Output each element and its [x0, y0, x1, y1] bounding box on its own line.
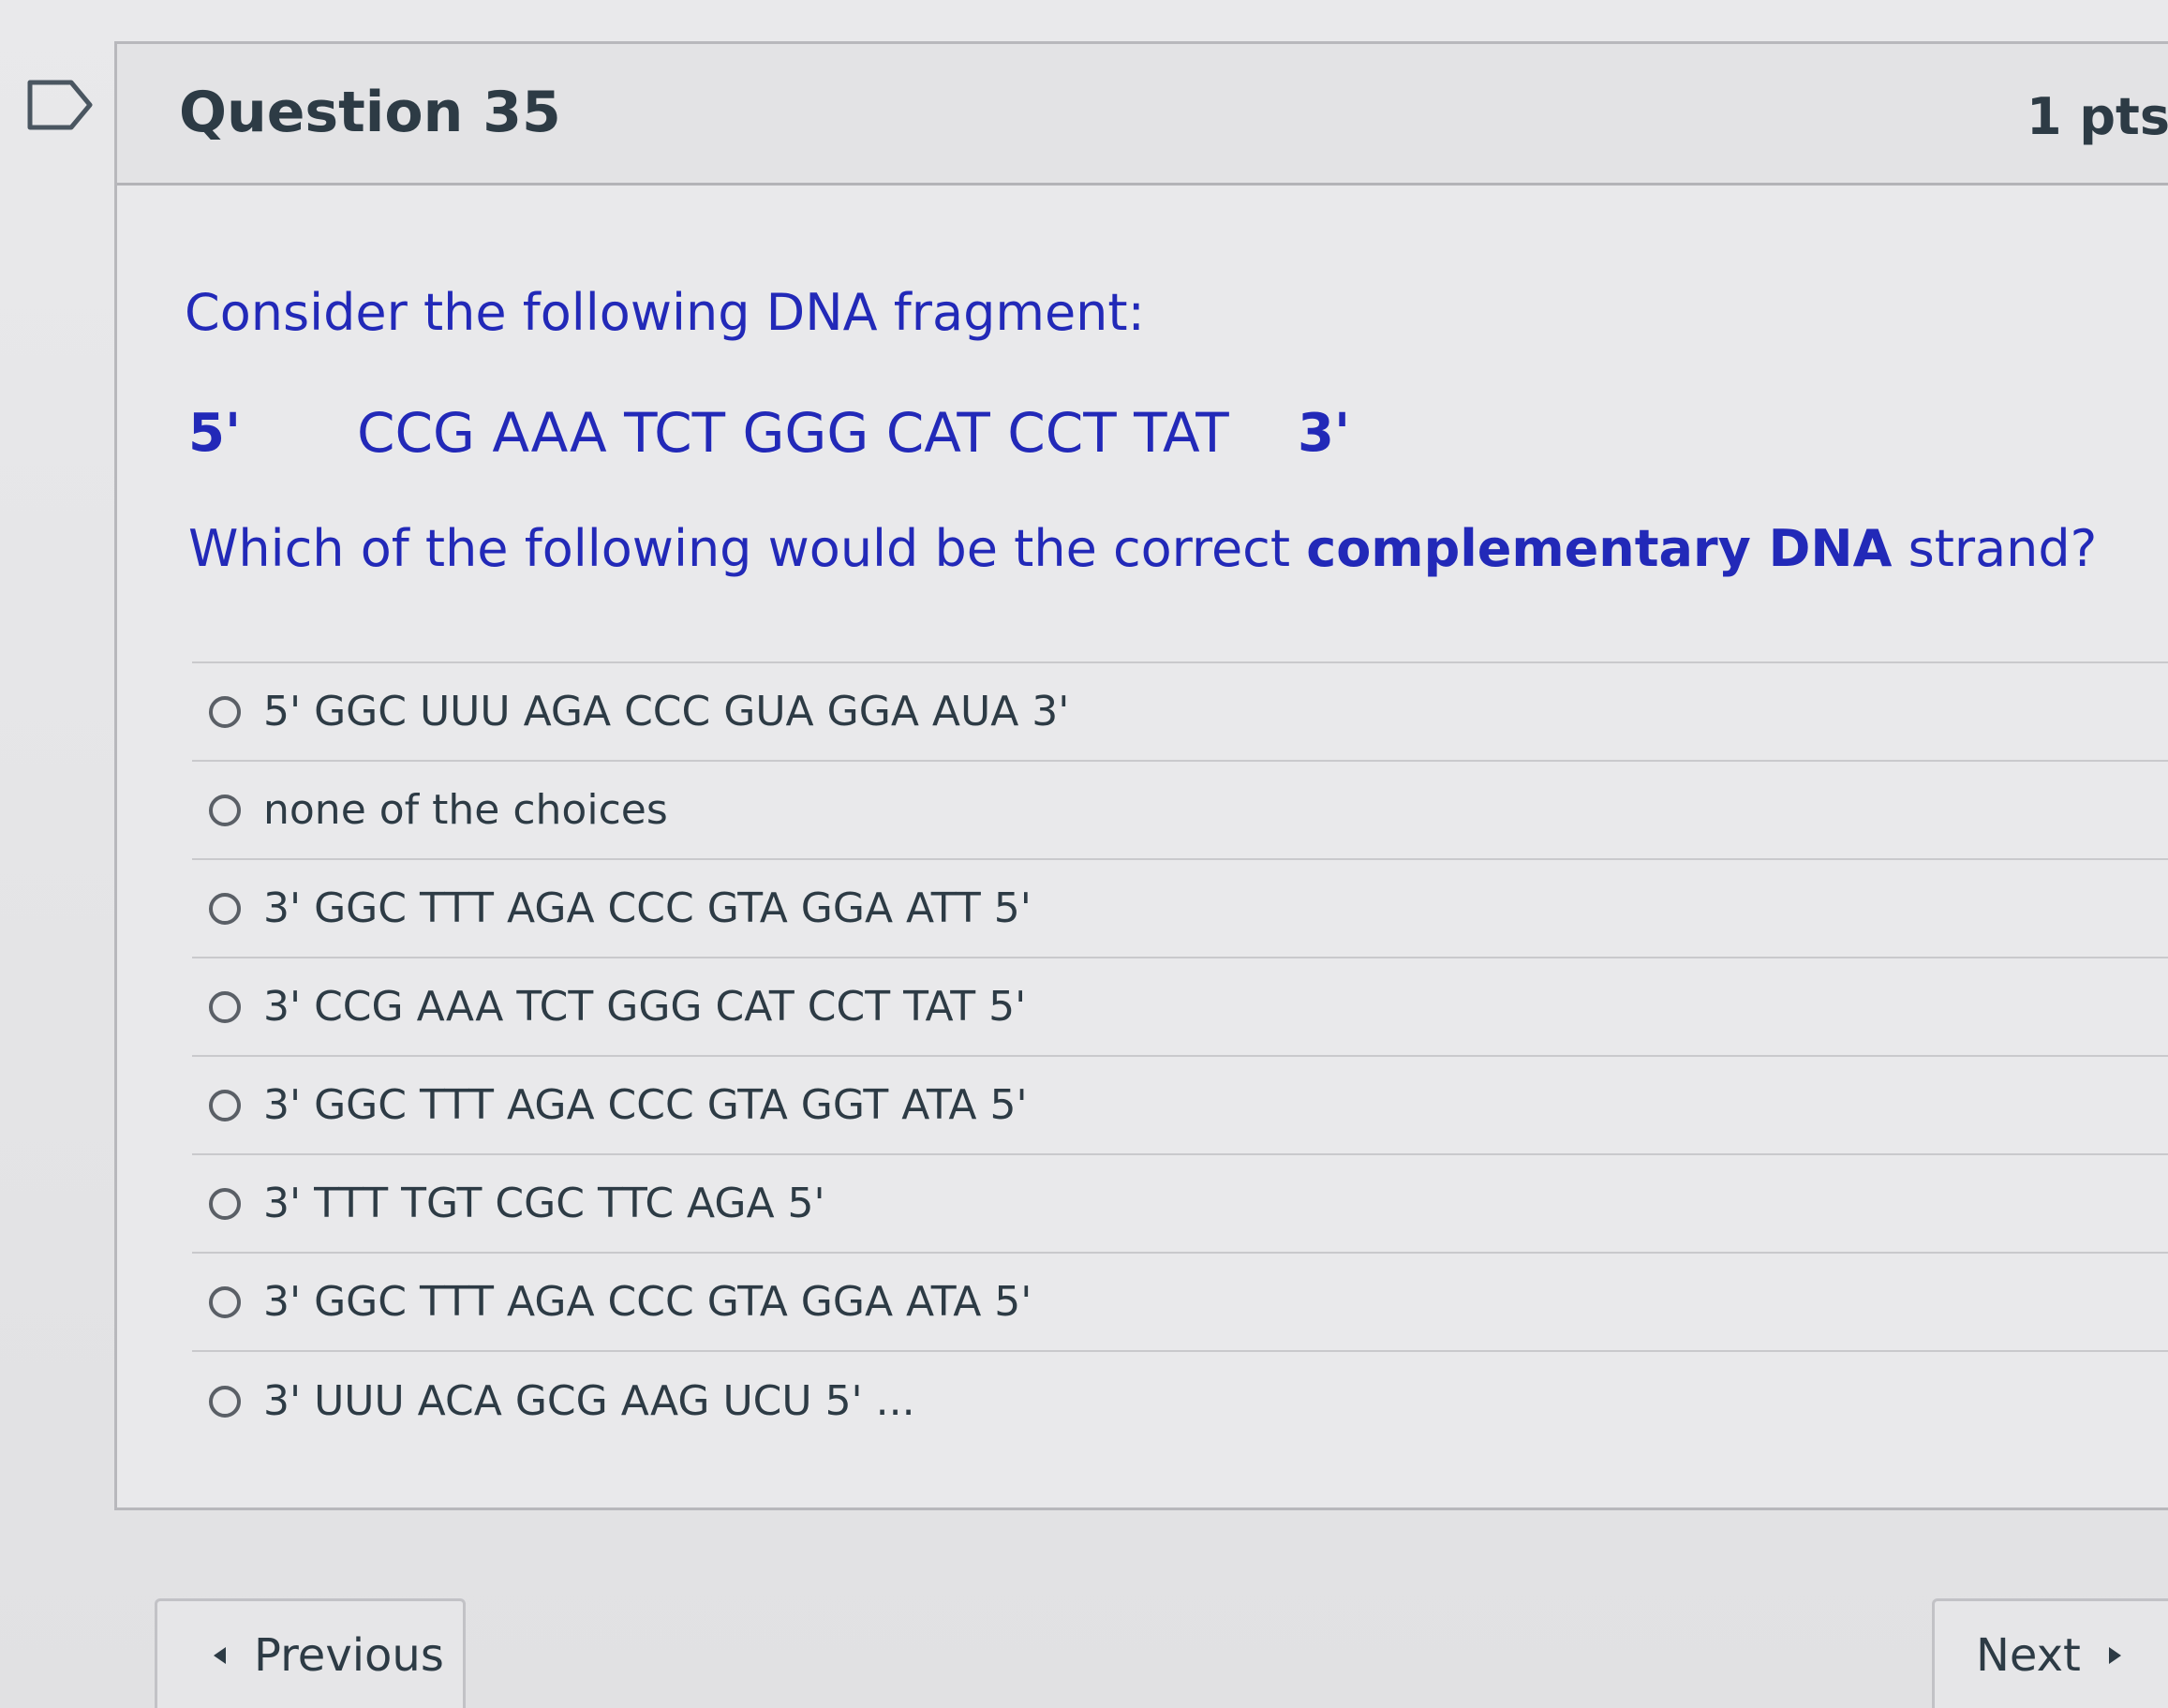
question-card: Question 35 1 pts Consider the following…	[114, 41, 2168, 1510]
answer-option[interactable]: 5' GGC UUU AGA CCC GUA GGA AUA 3'	[192, 663, 2168, 762]
answer-option[interactable]: 3' TTT TGT CGC TTC AGA 5'	[192, 1155, 2168, 1254]
caret-left-icon	[214, 1646, 226, 1664]
answer-option[interactable]: 3' GGC TTT AGA CCC GTA GGT ATA 5'	[192, 1057, 2168, 1155]
prompt-end: strand?	[1892, 519, 2098, 578]
answer-label: 5' GGC UUU AGA CCC GUA GGA AUA 3'	[263, 688, 1070, 735]
answer-option[interactable]: 3' GGC TTT AGA CCC GTA GGA ATT 5'	[192, 860, 2168, 958]
answer-option[interactable]: 3' UUU ACA GCG AAG UCU 5' ...	[192, 1352, 2168, 1450]
radio-button[interactable]	[209, 794, 241, 826]
next-button[interactable]: Next	[1932, 1598, 2168, 1708]
radio-button[interactable]	[209, 1089, 241, 1121]
caret-right-icon	[2108, 1646, 2121, 1664]
prompt-start: Which of the following would be the corr…	[188, 519, 1307, 578]
next-label: Next	[1976, 1628, 2081, 1682]
answer-list: 5' GGC UUU AGA CCC GUA GGA AUA 3' none o…	[192, 661, 2168, 1450]
fragment-sequence: CCG AAA TCT GGG CAT CCT TAT	[357, 401, 1229, 465]
question-body: Consider the following DNA fragment: 5' …	[117, 186, 2168, 1507]
answer-label: 3' GGC TTT AGA CCC GTA GGT ATA 5'	[263, 1081, 1028, 1129]
answer-label: none of the choices	[263, 786, 668, 834]
previous-button[interactable]: Previous	[155, 1598, 466, 1708]
answer-option[interactable]: none of the choices	[192, 762, 2168, 860]
radio-button[interactable]	[209, 1385, 241, 1418]
answer-label: 3' UUU ACA GCG AAG UCU 5' ...	[263, 1377, 915, 1425]
radio-button[interactable]	[209, 1285, 241, 1318]
answer-label: 3' TTT TGT CGC TTC AGA 5'	[263, 1180, 825, 1227]
answer-option[interactable]: 3' GGC TTT AGA CCC GTA GGA ATA 5'	[192, 1254, 2168, 1352]
radio-button[interactable]	[209, 1187, 241, 1220]
answer-option[interactable]: 3' CCG AAA TCT GGG CAT CCT TAT 5'	[192, 958, 2168, 1057]
fragment-five-prime: 5'	[188, 403, 242, 464]
previous-label: Previous	[254, 1628, 444, 1682]
radio-button[interactable]	[209, 990, 241, 1023]
question-header: Question 35 1 pts	[117, 44, 2168, 186]
question-prompt: Which of the following would be the corr…	[188, 519, 2097, 578]
answer-label: 3' CCG AAA TCT GGG CAT CCT TAT 5'	[263, 983, 1027, 1031]
answer-label: 3' GGC TTT AGA CCC GTA GGA ATT 5'	[263, 884, 1032, 932]
radio-button[interactable]	[209, 695, 241, 728]
answer-label: 3' GGC TTT AGA CCC GTA GGA ATA 5'	[263, 1278, 1032, 1326]
radio-button[interactable]	[209, 892, 241, 925]
fragment-three-prime: 3'	[1298, 403, 1351, 464]
question-title: Question 35	[179, 80, 561, 145]
prompt-bold: complementary DNA	[1306, 519, 1893, 578]
quiz-page: Question 35 1 pts Consider the following…	[0, 0, 2168, 1708]
question-points: 1 pts	[2027, 87, 2168, 146]
flag-icon[interactable]	[26, 79, 94, 131]
question-intro: Consider the following DNA fragment:	[185, 283, 1145, 342]
